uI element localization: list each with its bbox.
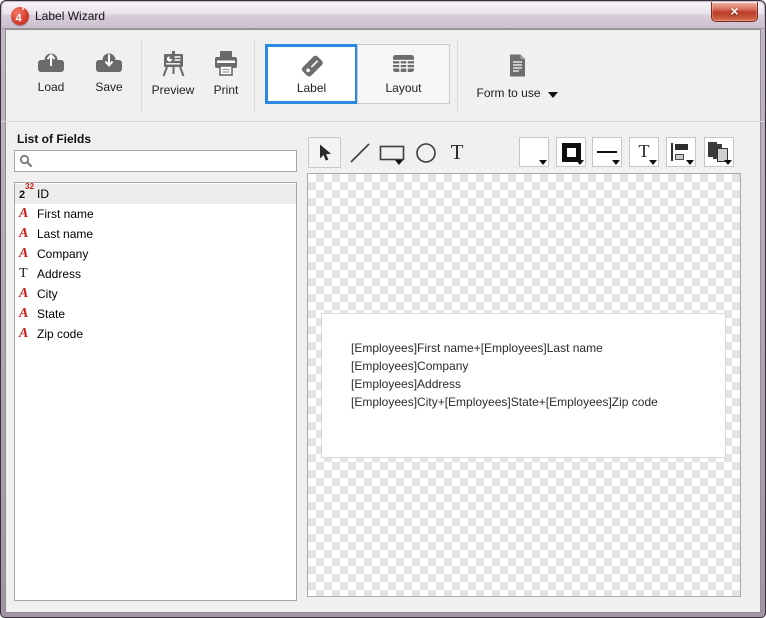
alpha-field-type-icon: A [19,247,37,261]
border-frame-icon [562,143,581,162]
preview-icon [160,50,187,77]
field-label: First name [37,207,94,221]
field-search [14,150,297,172]
cursor-arrow-icon [317,144,332,162]
print-icon [212,50,240,77]
text-style-button[interactable]: T [629,137,659,167]
field-label: City [37,287,58,301]
form-document-icon [507,53,528,78]
load-button[interactable]: Load [26,50,76,94]
window-title: Label Wizard [35,9,105,23]
alpha-field-type-icon: A [19,287,37,301]
tab-layout-text: Layout [385,81,421,95]
form-to-use-dropdown[interactable]: Form to use [462,53,572,100]
alpha-field-type-icon: A [19,207,37,221]
form-to-use-label: Form to use [476,86,540,100]
ellipse-icon [414,141,438,165]
border-style-button[interactable] [556,137,586,167]
field-label: ID [37,187,49,201]
alignment-icon [671,143,691,161]
line-icon [349,142,371,164]
preview-label: Preview [152,83,195,97]
text-style-icon: T [639,142,650,160]
alignment-button[interactable] [666,137,696,167]
int32-field-type-icon: 232 [19,187,37,201]
toolbar-separator [141,40,142,114]
save-label: Save [95,80,122,94]
toolbar-separator [254,40,255,114]
tab-label-text: Label [297,81,326,95]
print-button[interactable]: Print [202,50,250,97]
app-4d-icon: 4° [11,7,29,25]
text-field-type-icon: T [19,267,37,281]
field-row-zip-code[interactable]: AZip code [15,324,296,344]
fields-list[interactable]: 232IDAFirst nameALast nameACompanyTAddre… [14,182,297,601]
label-line: [Employees]Company [351,357,725,375]
fill-color-button[interactable] [519,137,549,167]
layers-icon [708,142,730,163]
print-label: Print [214,83,239,97]
close-button[interactable]: × [711,2,758,22]
load-icon [36,50,66,74]
field-label: Last name [37,227,93,241]
field-label: State [37,307,65,321]
line-width-button[interactable] [592,137,622,167]
design-canvas[interactable]: [Employees]First name+[Employees]Last na… [307,173,741,597]
field-row-state[interactable]: AState [15,304,296,324]
field-row-id[interactable]: 232ID [15,184,296,204]
text-tool-button[interactable]: T [445,137,469,167]
toolbar-divider [1,121,765,122]
search-icon [19,154,33,168]
field-row-address[interactable]: TAddress [15,264,296,284]
field-row-last-name[interactable]: ALast name [15,224,296,244]
label-object[interactable]: [Employees]First name+[Employees]Last na… [321,313,726,458]
arrange-layers-button[interactable] [704,137,734,167]
label-line: [Employees]First name+[Employees]Last na… [351,339,725,357]
alpha-field-type-icon: A [19,327,37,341]
rectangle-tool-dropdown-arrow[interactable] [395,160,403,165]
line-tool-button[interactable] [347,140,373,166]
alpha-field-type-icon: A [19,307,37,321]
select-tool-button[interactable] [308,137,341,168]
label-tag-icon [298,51,326,79]
tab-layout[interactable]: Layout [357,44,450,104]
field-search-input[interactable] [14,150,297,172]
label-line: [Employees]City+[Employees]State+[Employ… [351,393,725,411]
preview-button[interactable]: Preview [144,50,202,97]
chevron-down-icon [548,92,558,98]
field-row-first-name[interactable]: AFirst name [15,204,296,224]
layout-grid-icon [390,52,417,75]
field-label: Zip code [37,327,83,341]
field-row-city[interactable]: ACity [15,284,296,304]
field-label: Company [37,247,88,261]
save-button[interactable]: Save [84,50,134,94]
field-row-company[interactable]: ACompany [15,244,296,264]
load-label: Load [38,80,65,94]
toolbar-separator [457,40,458,114]
label-line: [Employees]Address [351,375,725,393]
fields-panel-title: List of Fields [17,132,91,146]
save-icon [94,50,124,74]
line-width-icon [597,151,617,153]
field-label: Address [37,267,81,281]
label-text-block: [Employees]First name+[Employees]Last na… [322,314,725,411]
tab-label[interactable]: Label [265,44,358,104]
alpha-field-type-icon: A [19,227,37,241]
ellipse-tool-button[interactable] [413,140,439,166]
title-bar[interactable]: 4° Label Wizard [2,2,764,29]
